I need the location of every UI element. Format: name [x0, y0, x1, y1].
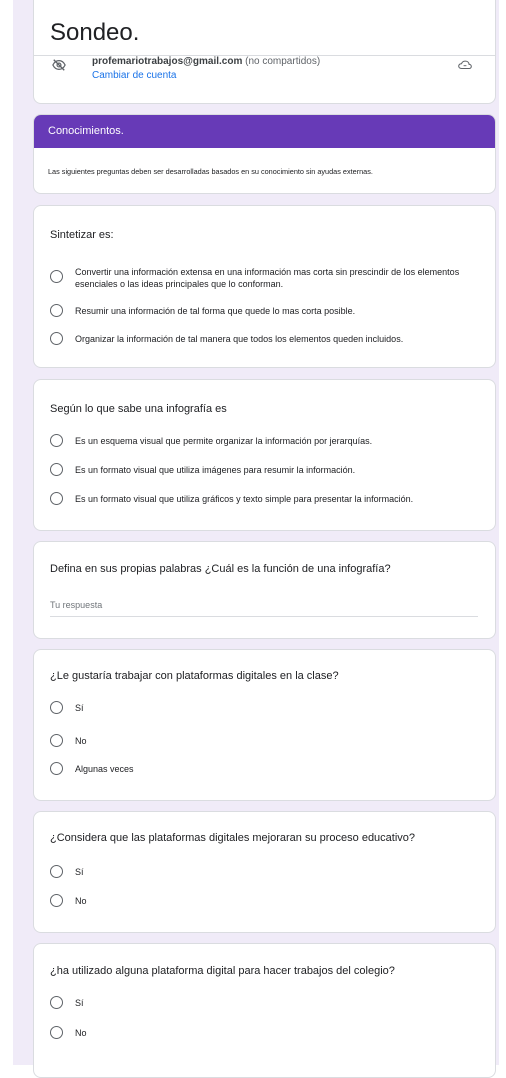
radio-button[interactable]: [50, 996, 63, 1009]
option-label: Algunas veces: [75, 764, 134, 774]
radio-button[interactable]: [50, 894, 63, 907]
eye-off-icon: [52, 59, 66, 71]
question-title: ¿Le gustaría trabajar con plataformas di…: [50, 670, 339, 682]
option-label: Sí: [75, 703, 84, 713]
radio-button[interactable]: [50, 304, 63, 317]
section-description: Las siguientes preguntas deben ser desar…: [48, 167, 373, 176]
question-card: ¿Le gustaría trabajar con plataformas di…: [33, 649, 496, 801]
cloud-icon: [458, 60, 472, 70]
answer-input[interactable]: Tu respuesta: [50, 600, 102, 610]
question-title: Según lo que sabe una infografía es: [50, 403, 227, 415]
question-card: Según lo que sabe una infografía es Es u…: [33, 379, 496, 531]
option-label: Sí: [75, 998, 84, 1008]
form-header-card: Sondeo. profemariotrabajos@gmail.com (no…: [33, 0, 496, 104]
option-label: No: [75, 896, 87, 906]
question-title: Defina en sus propias palabras ¿Cuál es …: [50, 563, 391, 575]
option-label: Sí: [75, 867, 84, 877]
question-card: Sintetizar es: Convertir una información…: [33, 205, 496, 368]
account-row: profemariotrabajos@gmail.com (no compart…: [50, 56, 480, 88]
option-label: No: [75, 736, 87, 746]
radio-button[interactable]: [50, 463, 63, 476]
section-header: Conocimientos.: [34, 115, 495, 148]
radio-button[interactable]: [50, 865, 63, 878]
radio-button[interactable]: [50, 270, 63, 283]
account-email: profemariotrabajos@gmail.com (no compart…: [92, 56, 321, 67]
radio-button[interactable]: [50, 701, 63, 714]
option-label: Es un esquema visual que permite organiz…: [75, 436, 373, 446]
option-label: No: [75, 1028, 87, 1038]
radio-button[interactable]: [50, 762, 63, 775]
radio-button[interactable]: [50, 332, 63, 345]
radio-button[interactable]: [50, 1026, 63, 1039]
section-card: Conocimientos. Las siguientes preguntas …: [33, 114, 496, 194]
answer-underline: [50, 616, 478, 617]
form-title: Sondeo.: [50, 19, 140, 46]
section-title: Conocimientos.: [48, 125, 124, 137]
question-title: Sintetizar es:: [50, 229, 114, 241]
radio-button[interactable]: [50, 434, 63, 447]
switch-account-link[interactable]: Cambiar de cuenta: [92, 70, 177, 81]
option-label: Resumir una información de tal forma que…: [75, 306, 356, 316]
question-card: ¿Considera que las plataformas digitales…: [33, 811, 496, 933]
radio-button[interactable]: [50, 492, 63, 505]
radio-button[interactable]: [50, 734, 63, 747]
option-label: Convertir una información extensa en una…: [75, 267, 460, 289]
option-label: Organizar la información de tal manera q…: [75, 334, 404, 344]
question-title: ¿Considera que las plataformas digitales…: [50, 832, 416, 844]
question-title: ¿ha utilizado alguna plataforma digital …: [50, 965, 395, 977]
question-card: ¿ha utilizado alguna plataforma digital …: [33, 943, 496, 1078]
option-label: Es un formato visual que utiliza imágene…: [75, 465, 356, 475]
option-label: Es un formato visual que utiliza gráfico…: [75, 494, 414, 504]
question-card: Defina en sus propias palabras ¿Cuál es …: [33, 541, 496, 639]
